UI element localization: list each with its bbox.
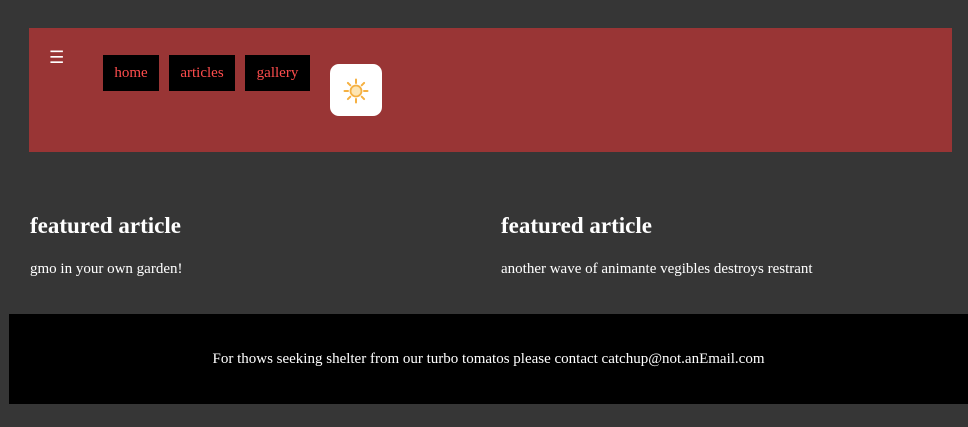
hamburger-menu-icon[interactable]: ☰ (49, 50, 64, 67)
article-title: featured article (30, 213, 181, 238)
article-summary: gmo in your own garden! (30, 261, 183, 277)
featured-article-card: featured article another wave of animant… (501, 212, 941, 278)
featured-article-card: featured article gmo in your own garden! (30, 212, 470, 278)
site-footer: For thows seeking shelter from our turbo… (9, 314, 968, 404)
article-title: featured article (501, 213, 652, 238)
sun-icon (343, 78, 369, 104)
site-header: ☰ home articles gallery (29, 28, 952, 152)
nav-home-button[interactable]: home (103, 55, 159, 91)
theme-toggle-button[interactable] (330, 64, 382, 116)
nav-gallery-button[interactable]: gallery (245, 55, 310, 91)
nav-articles-button[interactable]: articles (169, 55, 235, 91)
footer-contact-text: For thows seeking shelter from our turbo… (212, 351, 765, 367)
article-summary: another wave of animante vegibles destro… (501, 261, 813, 277)
